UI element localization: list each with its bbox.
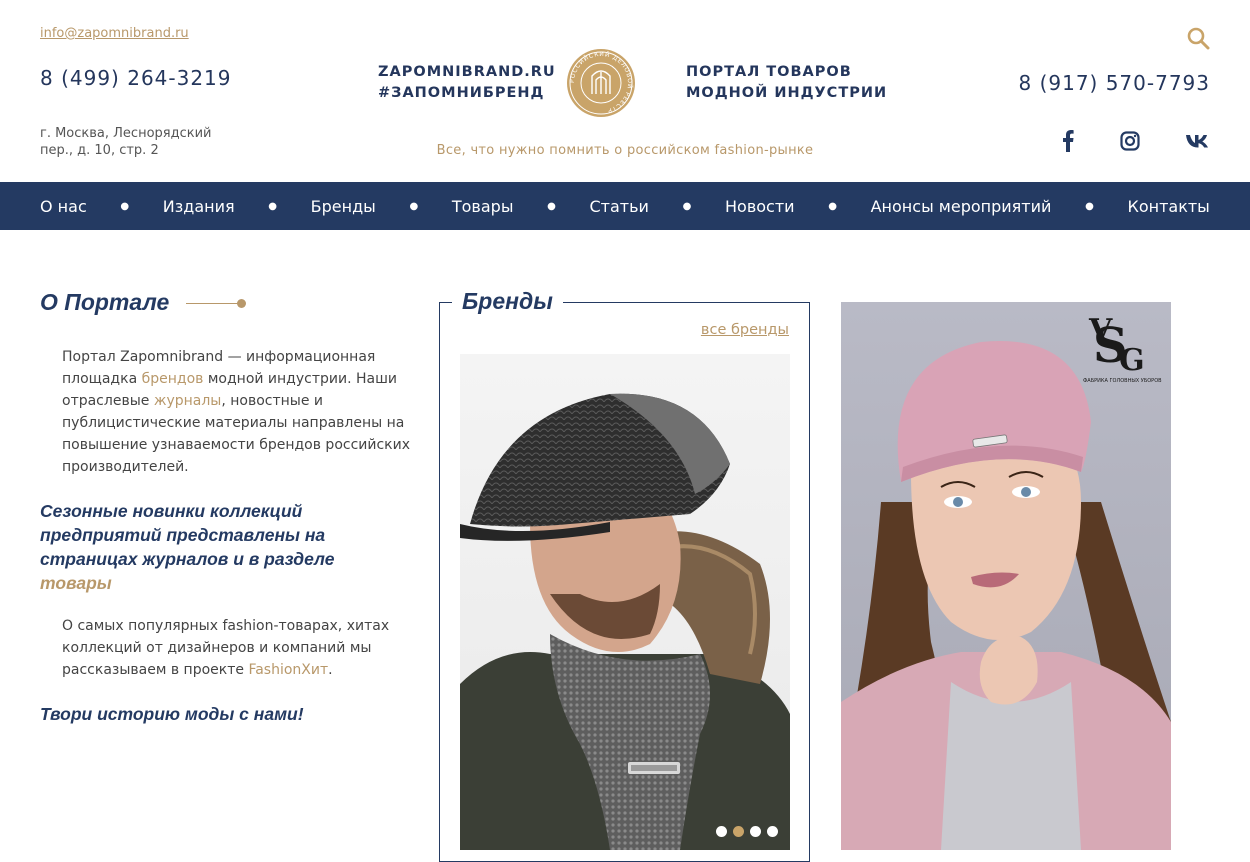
nav-separator: ● bbox=[120, 200, 130, 212]
about-paragraph-2: О самых популярных fashion-товарах, хита… bbox=[62, 615, 412, 681]
nav-separator: ● bbox=[828, 200, 837, 212]
about-title: О Портале bbox=[40, 289, 170, 315]
main-nav: О нас ● Издания ● Бренды ● Товары ● Стат… bbox=[0, 182, 1250, 230]
address-line-1: г. Москва, Леснорядский bbox=[40, 126, 212, 141]
journals-link[interactable]: журналы bbox=[154, 393, 222, 409]
phone-left[interactable]: 8 (499) 264-3219 bbox=[40, 66, 232, 90]
site-branding: ZAPOMNIBRAND.RU #ЗАПОМНИБРЕНД bbox=[378, 62, 556, 104]
portal-title-line-2: МОДНОЙ ИНДУСТРИИ bbox=[686, 85, 888, 101]
slider-dots bbox=[716, 826, 778, 837]
nav-separator: ● bbox=[682, 200, 692, 212]
tagline: Все, что нужно помнить о российском fash… bbox=[436, 143, 814, 158]
portal-title-line-1: ПОРТАЛ ТОВАРОВ bbox=[686, 64, 852, 80]
instagram-icon[interactable] bbox=[1117, 128, 1143, 154]
nav-item-brands[interactable]: Бренды bbox=[311, 197, 376, 216]
slider-dot-3[interactable] bbox=[750, 826, 761, 837]
brands-title: Бренды bbox=[452, 288, 563, 315]
logo-seal[interactable]: РОССИЙСКИЙ ДЕЛОВОЙ РЕЕСТР bbox=[566, 36, 636, 130]
about-text: . bbox=[328, 662, 333, 678]
portal-title: ПОРТАЛ ТОВАРОВ МОДНОЙ ИНДУСТРИИ bbox=[686, 62, 887, 104]
nav-item-news[interactable]: Новости bbox=[725, 197, 795, 216]
slider-dot-2[interactable] bbox=[733, 826, 744, 837]
nav-item-contacts[interactable]: Контакты bbox=[1127, 197, 1209, 216]
brands-link[interactable]: брендов bbox=[142, 371, 204, 387]
nav-separator: ● bbox=[268, 200, 278, 212]
phone-right[interactable]: 8 (917) 570-7793 bbox=[1018, 71, 1210, 95]
facebook-icon[interactable] bbox=[1055, 128, 1081, 154]
nav-item-about[interactable]: О нас bbox=[40, 197, 87, 216]
about-text: О самых популярных fashion-товарах, хита… bbox=[62, 618, 390, 678]
about-subheading: Сезонные новинки коллекций предприятий п… bbox=[40, 499, 370, 595]
site-url: ZAPOMNIBRAND.RU bbox=[378, 64, 556, 80]
svg-text:ФАБРИКА ГОЛОВНЫХ УБОРОВ: ФАБРИКА ГОЛОВНЫХ УБОРОВ bbox=[1083, 378, 1162, 384]
brand-slide-image[interactable] bbox=[460, 354, 790, 850]
nav-item-events[interactable]: Анонсы мероприятий bbox=[871, 197, 1052, 216]
slider-dot-1[interactable] bbox=[716, 826, 727, 837]
promo-banner[interactable]: S V G ФАБРИКА ГОЛОВНЫХ УБОРОВ bbox=[841, 302, 1171, 850]
nav-separator: ● bbox=[547, 200, 556, 212]
all-brands-link[interactable]: все бренды bbox=[701, 322, 789, 338]
goods-link[interactable]: товары bbox=[40, 573, 112, 593]
title-divider-line bbox=[186, 303, 238, 304]
site-hashtag: #ЗАПОМНИБРЕНД bbox=[378, 85, 545, 101]
nav-item-goods[interactable]: Товары bbox=[452, 197, 514, 216]
about-closing: Твори историю моды с нами! bbox=[40, 704, 304, 724]
nav-separator: ● bbox=[409, 200, 419, 212]
svg-text:G: G bbox=[1119, 343, 1145, 378]
seal-icon: РОССИЙСКИЙ ДЕЛОВОЙ РЕЕСТР bbox=[567, 49, 635, 117]
nav-item-editions[interactable]: Издания bbox=[163, 197, 235, 216]
nav-separator: ● bbox=[1085, 200, 1094, 212]
email-link[interactable]: info@zapomnibrand.ru bbox=[40, 26, 189, 41]
subheading-text: Сезонные новинки коллекций предприятий п… bbox=[40, 501, 335, 569]
address-line-2: пер., д. 10, стр. 2 bbox=[40, 143, 159, 158]
address: г. Москва, Леснорядский пер., д. 10, стр… bbox=[40, 125, 240, 159]
slider-dot-4[interactable] bbox=[767, 826, 778, 837]
title-divider-dot bbox=[237, 299, 246, 308]
vk-icon[interactable] bbox=[1184, 128, 1210, 154]
search-icon[interactable] bbox=[1186, 26, 1210, 50]
about-paragraph-1: Портал Zapomnibrand — информационная пло… bbox=[62, 346, 412, 478]
svg-text:V: V bbox=[1088, 313, 1113, 348]
nav-item-articles[interactable]: Статьи bbox=[590, 197, 649, 216]
fashionhit-link[interactable]: FashionХит bbox=[248, 662, 328, 678]
